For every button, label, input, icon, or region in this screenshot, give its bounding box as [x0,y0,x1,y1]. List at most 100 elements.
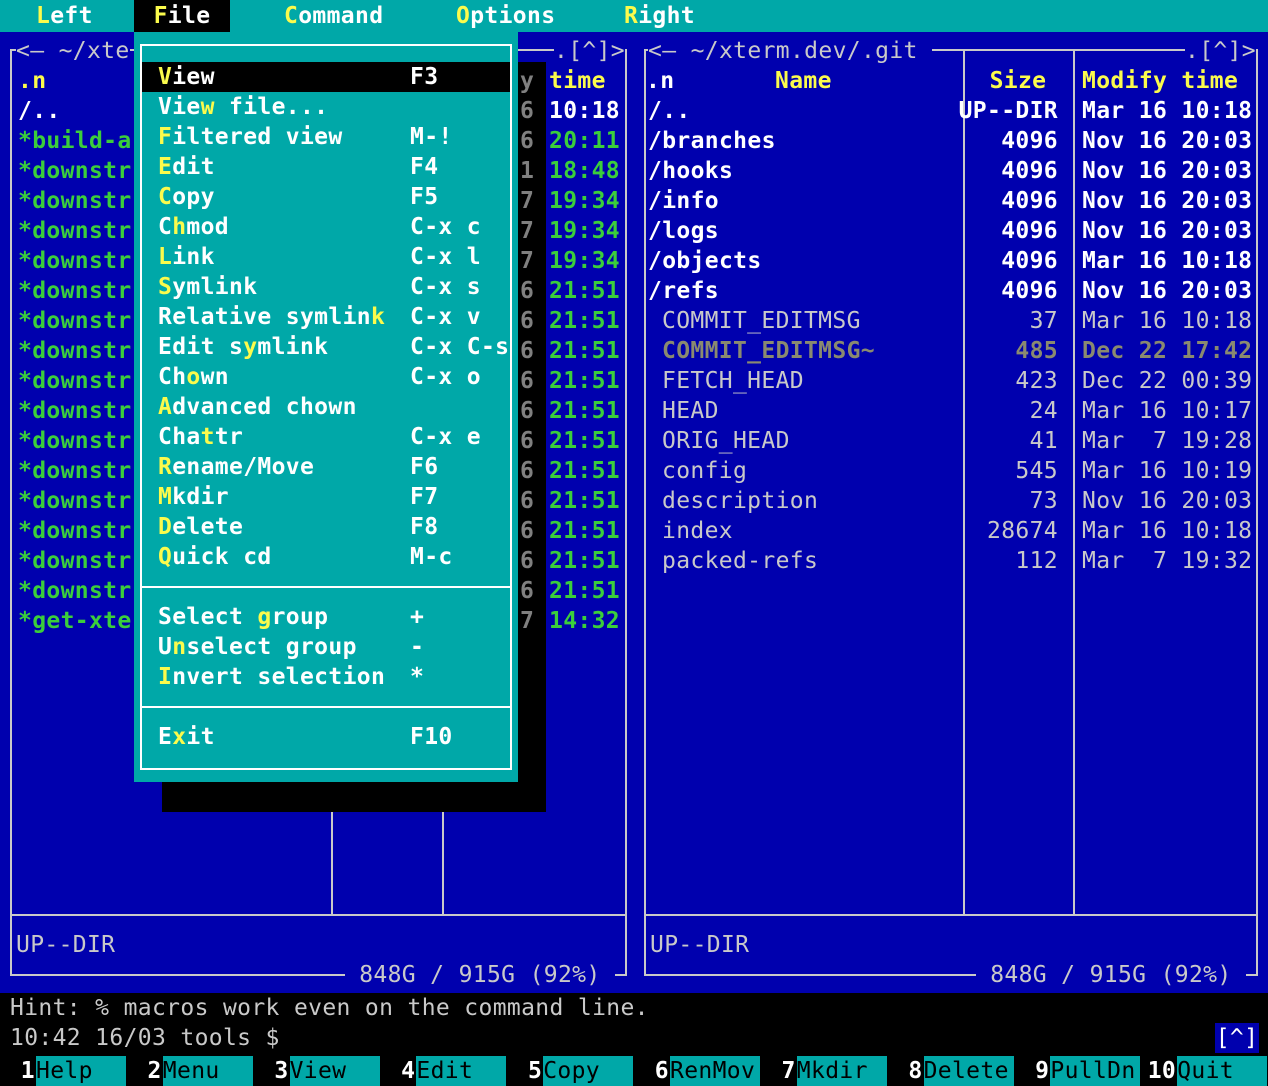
file-name[interactable]: *downstr [18,216,132,246]
file-name[interactable]: /.. [648,96,691,126]
file-name[interactable]: /.. [18,96,61,126]
file-name[interactable]: *downstr [18,456,132,486]
menu-item-symlink[interactable]: SymlinkC-x s [142,272,510,302]
fkey-number-5[interactable]: 5 [528,1056,542,1086]
file-name[interactable]: *build-a [18,126,132,156]
fkey-button-help[interactable]: Help [36,1056,126,1086]
command-prompt[interactable]: 10:42 16/03 tools $ [10,1023,294,1053]
menubar-item-right[interactable]: Right [624,0,695,32]
fkey-button-edit[interactable]: Edit [416,1056,506,1086]
menu-item-relative-symlink[interactable]: Relative symlinkC-x v [142,302,510,332]
fkey-number-7[interactable]: 7 [782,1056,796,1086]
file-name[interactable]: *downstr [18,426,132,456]
fkey-button-mkdir[interactable]: Mkdir [797,1056,887,1086]
file-name[interactable]: COMMIT_EDITMSG~ [662,336,875,366]
file-name[interactable]: config [662,456,747,486]
menu-item-filtered-view[interactable]: Filtered viewM-! [142,122,510,152]
menubar-item-options[interactable]: Options [456,0,555,32]
history-badge[interactable]: [^] [1215,1023,1259,1053]
file-name[interactable]: *downstr [18,246,132,276]
right-panel-sort-indicator[interactable]: .n [646,66,674,96]
file-name[interactable]: FETCH_HEAD [662,366,804,396]
file-name[interactable]: *downstr [18,366,132,396]
menu-item-chattr[interactable]: ChattrC-x e [142,422,510,452]
file-mtime: Mar 16 10:19 [1082,456,1252,486]
left-panel-history-marker[interactable]: .[^]> [554,36,625,66]
fkey-number-6[interactable]: 6 [655,1056,669,1086]
fkey-button-pulldn[interactable]: PullDn [1050,1056,1140,1086]
fkey-number-8[interactable]: 8 [908,1056,922,1086]
right-panel-title[interactable]: <— ~/xterm.dev/.git [648,36,932,66]
file-name[interactable]: /branches [648,126,776,156]
file-name[interactable]: *downstr [18,276,132,306]
right-panel-header-size[interactable]: Size [963,66,1073,96]
fkey-button-view[interactable]: View [290,1056,380,1086]
file-name[interactable]: /refs [648,276,719,306]
left-panel-sort-indicator[interactable]: .n [18,66,46,96]
menu-item-unselect-group[interactable]: Unselect group- [142,632,510,662]
menu-item-invert-selection[interactable]: Invert selection* [142,662,510,692]
menu-item-view-file[interactable]: View file... [142,92,510,122]
menu-item-exit[interactable]: ExitF10 [142,722,510,752]
left-panel-title[interactable]: <— ~/xte [16,36,130,66]
fkey-button-delete[interactable]: Delete [924,1056,1014,1086]
right-panel-header-mtime[interactable]: Modify time [1082,66,1238,96]
file-name[interactable]: *downstr [18,516,132,546]
fkey-button-copy[interactable]: Copy [543,1056,633,1086]
fkey-number-1[interactable]: 1 [21,1056,35,1086]
fkey-button-renmov[interactable]: RenMov [670,1056,760,1086]
menu-item-select-group[interactable]: Select group+ [142,602,510,632]
menu-item-delete[interactable]: DeleteF8 [142,512,510,542]
menubar-item-command[interactable]: Command [284,0,383,32]
file-name[interactable]: *downstr [18,486,132,516]
menu-item-mkdir[interactable]: MkdirF7 [142,482,510,512]
file-name[interactable]: ORIG_HEAD [662,426,790,456]
right-panel-ministatus-separator [646,914,1256,916]
file-name[interactable]: *downstr [18,306,132,336]
file-name[interactable]: *downstr [18,396,132,426]
file-name[interactable]: *downstr [18,156,132,186]
file-name[interactable]: /info [648,186,719,216]
menu-item-copy[interactable]: CopyF5 [142,182,510,212]
file-name[interactable]: *get-xte [18,606,132,636]
menu-item-edit-symlink[interactable]: Edit symlinkC-x C-s [142,332,510,362]
file-name[interactable]: /objects [648,246,762,276]
file-name[interactable]: description [662,486,818,516]
file-name[interactable]: *downstr [18,576,132,606]
file-name[interactable]: *downstr [18,336,132,366]
menu-item-advanced-chown[interactable]: Advanced chown [142,392,510,422]
menu-item-edit[interactable]: EditF4 [142,152,510,182]
fkey-number-2[interactable]: 2 [148,1056,162,1086]
file-mtime-day-digit: 7 [520,186,534,216]
file-name[interactable]: packed-refs [662,546,818,576]
file-name[interactable]: /hooks [648,156,733,186]
file-name[interactable]: HEAD [662,396,719,426]
menu-item-link[interactable]: LinkC-x l [142,242,510,272]
right-panel-history-marker[interactable]: .[^]> [1185,36,1256,66]
fkey-button-menu[interactable]: Menu [163,1056,253,1086]
file-menu: ViewF3View file...Filtered viewM-!EditF4… [134,32,518,782]
left-panel-header-time[interactable]: time [549,66,606,96]
file-name[interactable]: /logs [648,216,719,246]
right-panel-header-name[interactable]: Name [775,66,832,96]
menu-item-shortcut: C-x e [410,422,481,452]
menu-item-chown[interactable]: ChownC-x o [142,362,510,392]
file-name[interactable]: *downstr [18,186,132,216]
menu-item-rename-move[interactable]: Rename/MoveF6 [142,452,510,482]
menu-item-view[interactable]: ViewF3 [142,62,510,92]
file-name[interactable]: *downstr [18,546,132,576]
file-mtime-time: 19:34 [549,186,620,216]
file-name[interactable]: index [662,516,733,546]
file-mtime: Dec 22 17:42 [1082,336,1252,366]
fkey-button-quit[interactable]: Quit [1177,1056,1267,1086]
menubar-item-file[interactable]: File [134,0,230,32]
file-mtime: Nov 16 20:03 [1082,186,1252,216]
file-name[interactable]: COMMIT_EDITMSG [662,306,861,336]
menubar-item-left[interactable]: Left [36,0,93,32]
menu-item-quick-cd[interactable]: Quick cdM-c [142,542,510,572]
fkey-number-3[interactable]: 3 [274,1056,288,1086]
menu-item-chmod[interactable]: ChmodC-x c [142,212,510,242]
fkey-number-4[interactable]: 4 [401,1056,415,1086]
fkey-number-9[interactable]: 9 [1035,1056,1049,1086]
fkey-number-10[interactable]: 10 [1148,1056,1176,1086]
